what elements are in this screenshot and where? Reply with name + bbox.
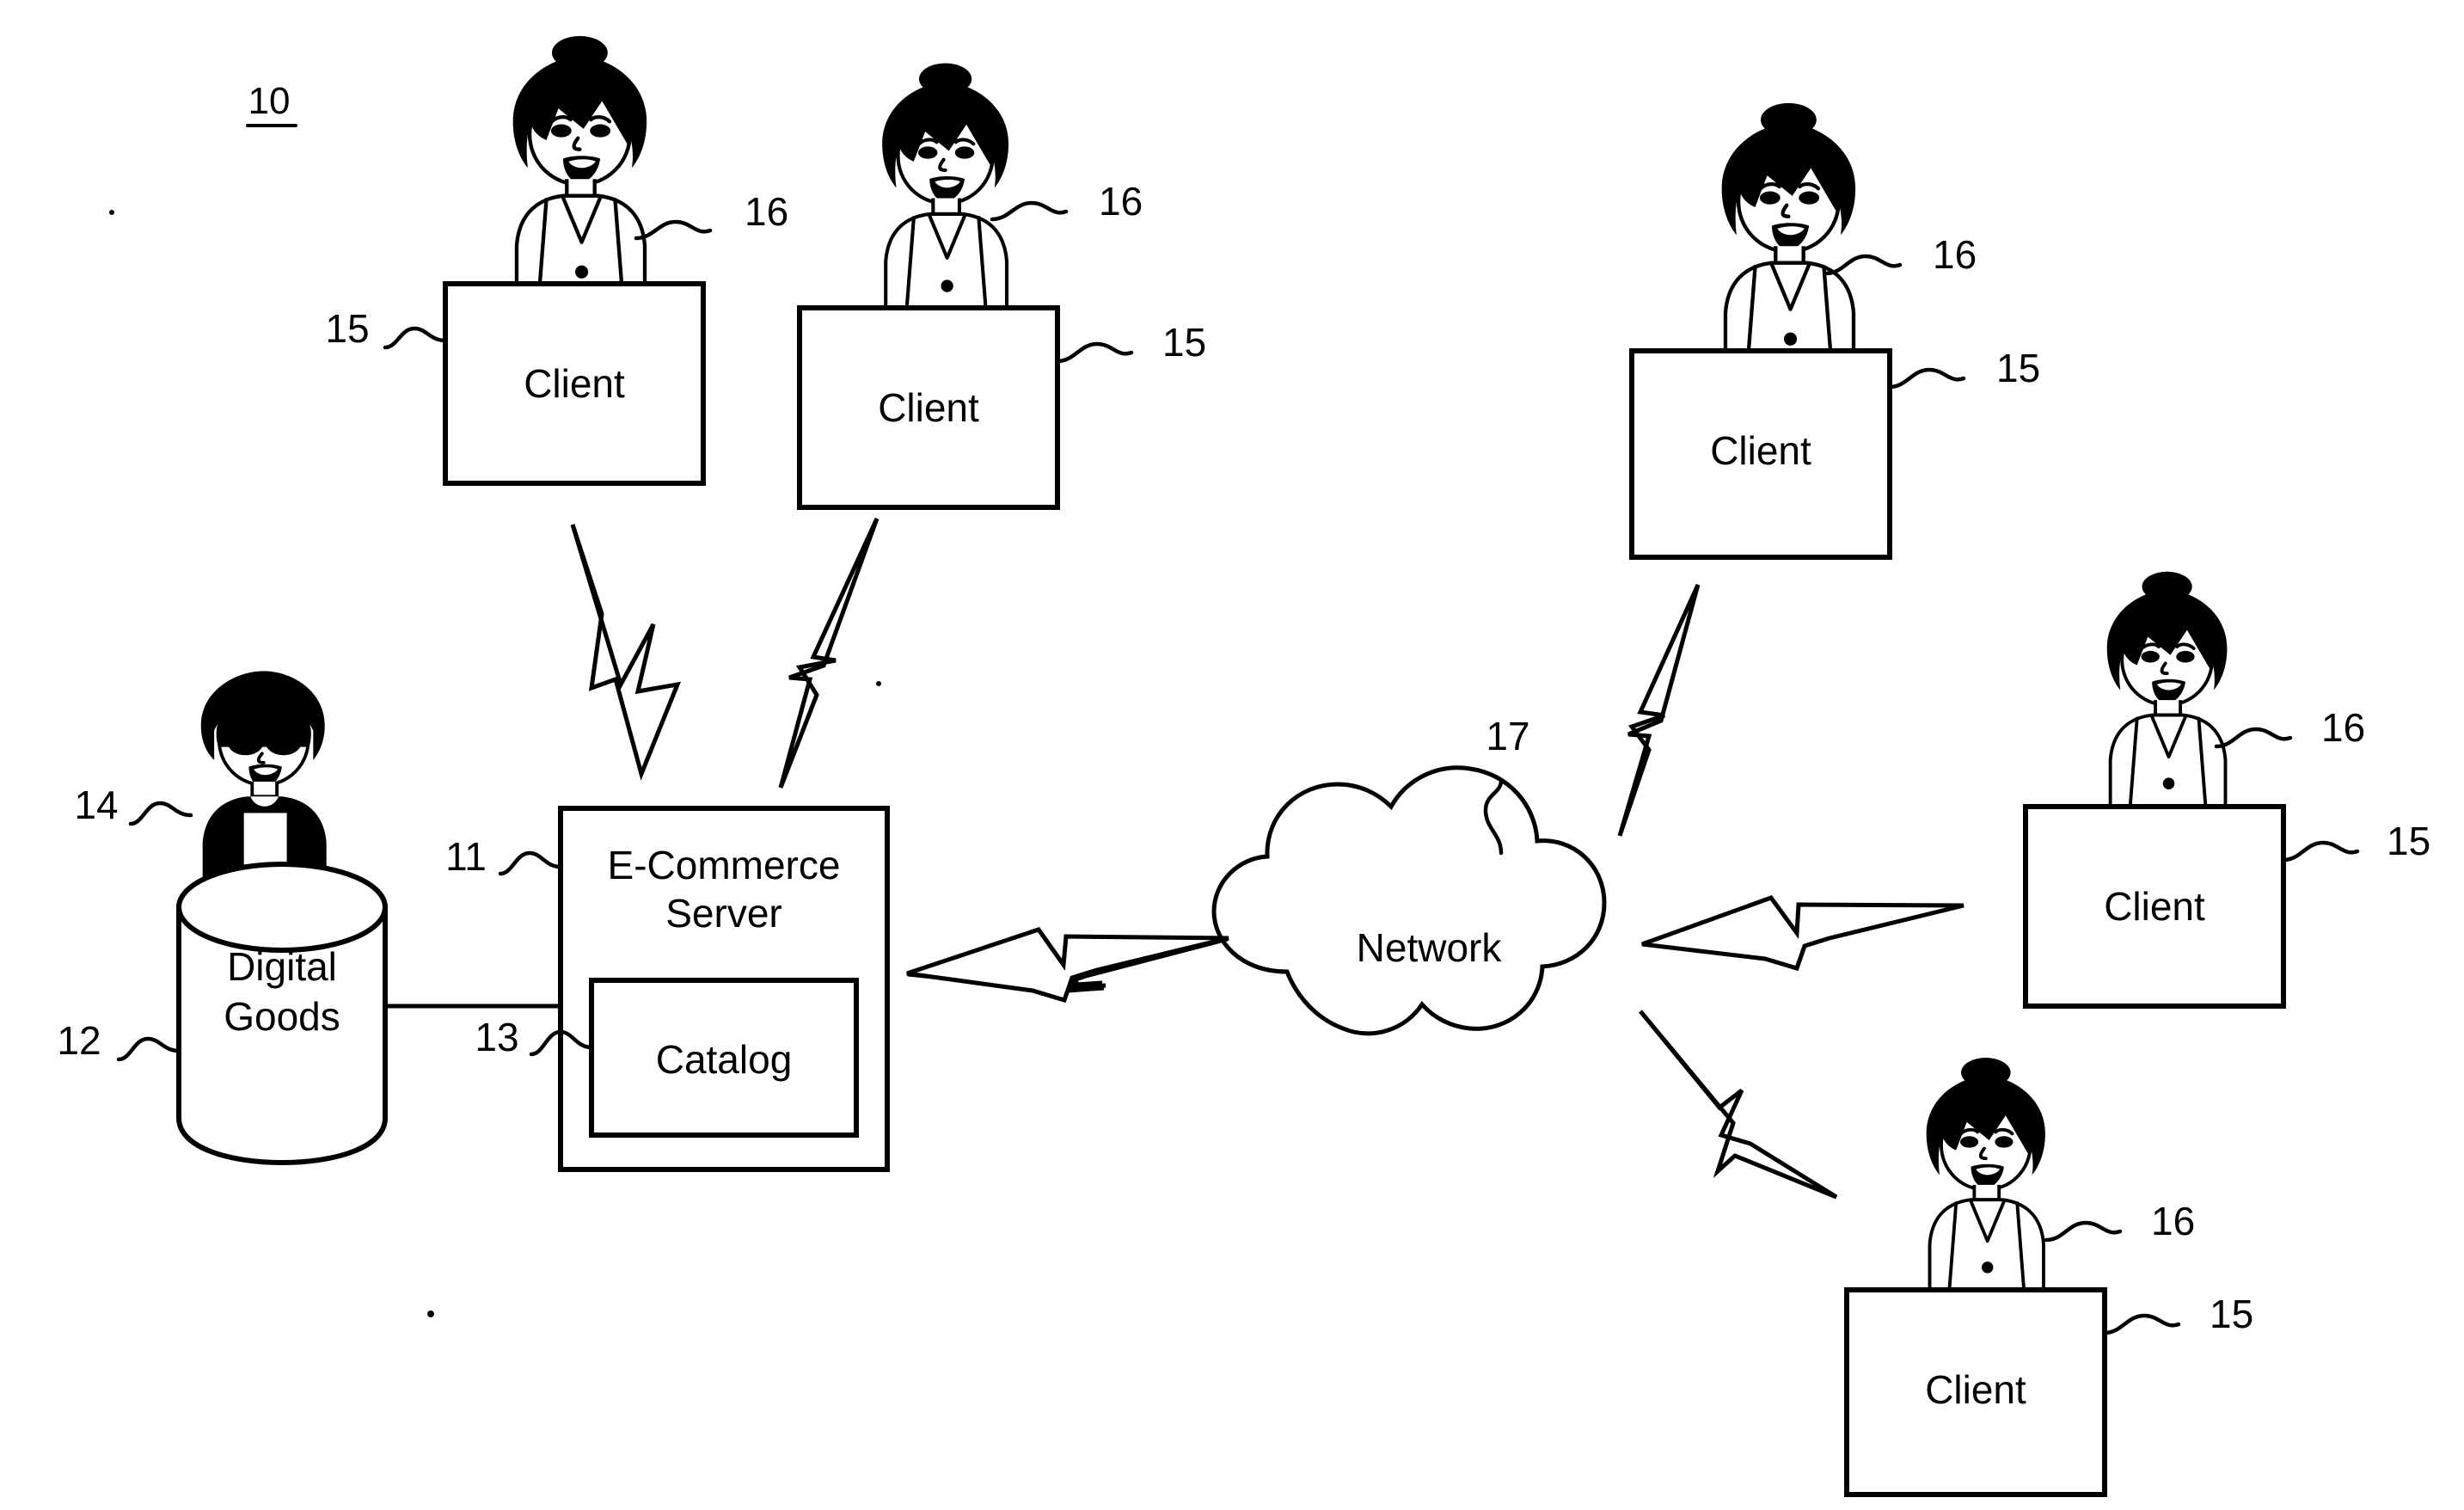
client-user-ref-leader-3 [1823, 254, 1903, 276]
client-user-ref-leader-1 [634, 219, 713, 241]
database-cylinder-top [176, 862, 388, 953]
client-user-ref-1: 16 [745, 189, 788, 234]
client-user-ref-5: 16 [2151, 1199, 2195, 1243]
client-user-ref-3: 16 [1933, 232, 1977, 277]
database-label-line1: Digital [227, 944, 337, 989]
client-box-ref-2: 15 [1162, 320, 1206, 365]
client-box-ref-5: 15 [2210, 1292, 2253, 1336]
client-user-ref-2: 16 [1099, 179, 1143, 224]
server-label-line1: E-Commerce [608, 843, 841, 887]
client-box-ref-leader-1 [383, 326, 448, 350]
link-bolt-server-network [906, 927, 1229, 1004]
scan-speck [109, 210, 114, 215]
client-box-ref-3: 15 [1996, 346, 2040, 390]
catalog-ref: 13 [475, 1015, 518, 1059]
figure-id-text: 10 [248, 80, 291, 122]
client-user-ref-4: 16 [2321, 705, 2365, 750]
client-box-ref-leader-5 [2102, 1313, 2181, 1335]
link-bolt-client1-server [570, 524, 682, 781]
client-box-label-2: Client [878, 385, 979, 430]
client-box-ref-leader-3 [1887, 367, 1966, 390]
link-bolt-network-client3 [1617, 583, 1701, 837]
ecommerce-server-node[interactable]: E-Commerce Server Catalog 11 13 [445, 806, 890, 1172]
client-user-ref-leader-2 [990, 200, 1069, 222]
link-bolt-network-client5 [1639, 1010, 1838, 1200]
link-bolt-client2-server [778, 517, 880, 789]
client-box-label-1: Client [524, 361, 625, 406]
database-label-line2: Goods [224, 994, 340, 1039]
server-ref-leader [498, 850, 563, 876]
merchant-ref: 14 [74, 783, 118, 827]
network-ref: 17 [1486, 714, 1529, 758]
client-node-5[interactable]: Client 15 16 [1844, 1056, 2253, 1497]
client-node-3[interactable]: Client 15 16 [1629, 103, 2040, 560]
database-ref-leader [116, 1036, 181, 1062]
client-box-ref-4: 15 [2387, 819, 2430, 863]
client-box-ref-leader-2 [1055, 341, 1134, 364]
figure-canvas: 10 Client 15 16 Client 15 16 Client 15 1… [0, 0, 2464, 1510]
database-ref: 12 [57, 1018, 101, 1063]
client-node-4[interactable]: Client 15 16 [2023, 569, 2430, 1009]
client-user-ref-leader-4 [2214, 727, 2293, 749]
server-label-line2: Server [665, 891, 781, 936]
merchant-ref-leader [128, 801, 193, 826]
figure-id-label: 10 [246, 80, 297, 127]
client-box-label-4: Client [2104, 884, 2205, 929]
scan-speck [427, 1311, 434, 1317]
client-box-ref-1: 15 [325, 306, 369, 351]
network-label: Network [1357, 925, 1503, 970]
client-box-label-5: Client [1925, 1367, 2026, 1412]
catalog-label: Catalog [656, 1037, 793, 1082]
client-node-1[interactable]: Client 15 16 [325, 36, 788, 486]
link-bolt-network-client4 [1641, 895, 1964, 972]
client-box-ref-leader-4 [2281, 840, 2360, 862]
client-box-label-3: Client [1710, 428, 1811, 473]
cloud-shape [1211, 765, 1607, 1036]
scan-speck [876, 681, 881, 686]
client-user-ref-leader-5 [2044, 1220, 2123, 1243]
server-ref: 11 [445, 834, 487, 879]
client-node-2[interactable]: Client 15 16 [797, 63, 1206, 510]
digital-goods-database[interactable]: Digital Goods 14 12 [57, 669, 388, 1166]
patent-figure-diagram: 10 Client 15 16 Client 15 16 Client 15 1… [57, 0, 2430, 1497]
network-cloud-node[interactable]: Network 17 [1211, 714, 1607, 1036]
